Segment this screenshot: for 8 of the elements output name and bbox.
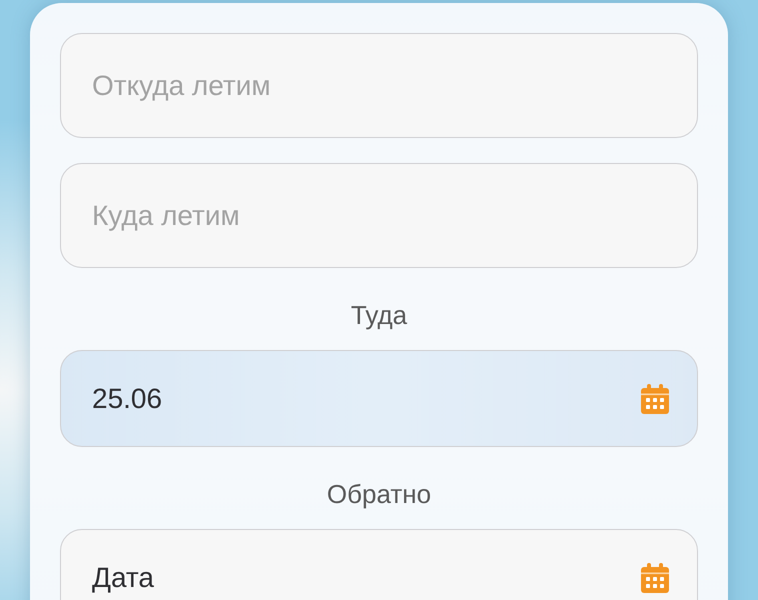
date-field[interactable]: Дата (60, 529, 698, 600)
city-input-field[interactable]: Откуда летим (60, 33, 698, 138)
date-field[interactable]: 25.06 (60, 350, 698, 447)
field-label: Обратно (326, 479, 432, 509)
calendar-icon (641, 384, 669, 414)
calendar-icon (641, 562, 669, 592)
field-label: Туда (350, 300, 408, 330)
city-input-field[interactable]: Куда летим (60, 163, 698, 268)
